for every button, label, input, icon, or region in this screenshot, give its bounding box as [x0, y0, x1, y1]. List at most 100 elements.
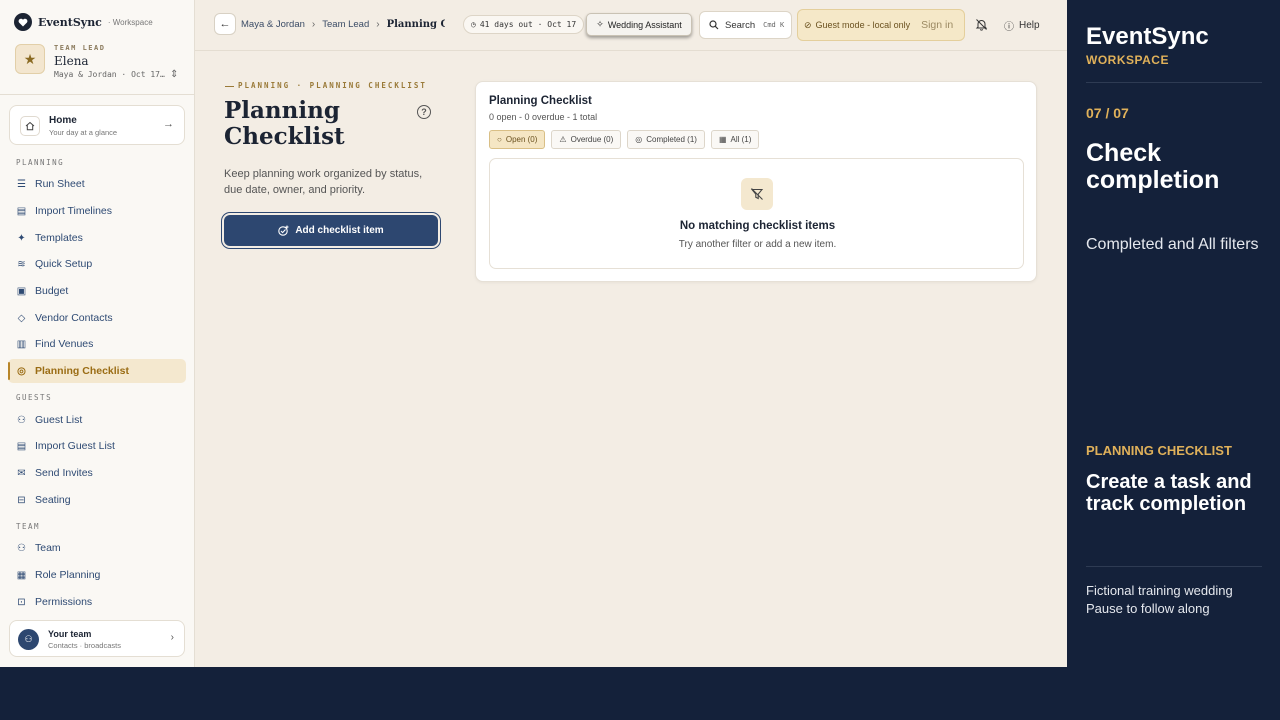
sidebar-item-label: Planning Checklist: [35, 365, 129, 377]
tour-description: Completed and All filters: [1086, 236, 1259, 253]
help-button[interactable]: ⓘ Help: [1004, 18, 1040, 33]
check-circle-icon: ◎: [17, 365, 26, 377]
star-icon: ★: [15, 44, 45, 74]
sidebar-item-role-planning[interactable]: ▦ Role Planning: [8, 563, 186, 587]
breadcrumb-current: Planning Checklist: [386, 19, 445, 30]
question-icon[interactable]: ?: [417, 105, 431, 119]
sidebar-item-label: Vendor Contacts: [35, 312, 113, 324]
sidebar-item-guest-list[interactable]: ⚇ Guest List: [8, 408, 186, 432]
team-avatar-icon: ⚇: [18, 629, 39, 650]
your-team-card[interactable]: ⚇ Your team Contacts · broadcasts ›: [9, 620, 185, 657]
filter-all[interactable]: ▦ All (1): [710, 130, 760, 149]
breadcrumb-role[interactable]: Team Lead: [322, 19, 369, 30]
section-guests: GUESTS: [16, 393, 53, 402]
breadcrumb: Maya & Jordan › Team Lead › Planning Che…: [241, 19, 445, 30]
search-label: Search: [725, 19, 756, 31]
filter-completed[interactable]: ◎ Completed (1): [627, 130, 705, 149]
add-checklist-item-button[interactable]: Add checklist item: [224, 215, 438, 246]
sliders-icon: ≋: [17, 258, 26, 270]
empty-state: No matching checklist items Try another …: [489, 158, 1024, 269]
sidebar-item-team[interactable]: ⚇ Team: [8, 536, 186, 560]
checklist-panel: Planning Checklist 0 open - 0 overdue - …: [475, 81, 1037, 282]
circle-icon: ○: [497, 135, 502, 144]
sparkle-icon: ✦: [17, 232, 26, 244]
sidebar-item-label: Run Sheet: [35, 178, 85, 190]
tour-action: Create a task and track completion: [1086, 471, 1252, 515]
countdown-badge: ◷ 41 days out · Oct 17: [463, 15, 585, 34]
mail-icon: ✉: [17, 467, 26, 479]
chevron-updown-icon[interactable]: ⇕: [170, 69, 178, 80]
check-plus-icon: [278, 225, 289, 236]
tour-heading: Check completion: [1086, 139, 1220, 194]
guest-mode-text: Guest mode - local only: [815, 20, 911, 30]
brand-sub: · Workspace: [107, 17, 153, 27]
chevron-right-icon: ›: [170, 632, 174, 643]
brand[interactable]: EventSync · Workspace: [14, 13, 153, 31]
users-icon: ⚇: [17, 414, 26, 426]
sparkle-icon: ✧: [596, 19, 604, 29]
house-icon: [20, 116, 40, 136]
assistant-label: Wedding Assistant: [607, 19, 682, 30]
warning-icon: ⚠: [559, 135, 567, 144]
check-circle-icon: ◎: [635, 135, 643, 144]
file-icon: ▤: [16, 440, 27, 452]
sidebar-item-import-guest-list[interactable]: ▤ Import Guest List: [8, 434, 186, 458]
search-button[interactable]: Search Cmd K: [699, 11, 792, 39]
filter-label: Completed (1): [646, 135, 697, 144]
filter-label: All (1): [730, 135, 752, 144]
sidebar-item-send-invites[interactable]: ✉ Send Invites: [8, 461, 186, 485]
sidebar-item-find-venues[interactable]: ▥ Find Venues: [8, 332, 186, 356]
table-icon: ▦: [718, 135, 727, 144]
filter-overdue[interactable]: ⚠ Overdue (0): [551, 130, 622, 149]
list-icon: ☰: [17, 178, 26, 190]
home-title: Home: [49, 115, 77, 126]
sidebar-item-seating[interactable]: ⊟ Seating: [8, 488, 186, 512]
filter-label: Open (0): [505, 135, 538, 144]
sidebar-item-label: Import Guest List: [35, 440, 115, 452]
section-planning: PLANNING: [16, 158, 65, 167]
sidebar-item-quick-setup[interactable]: ≋ Quick Setup: [8, 252, 186, 276]
sidebar-item-budget[interactable]: ▣ Budget: [8, 279, 186, 303]
sign-in-link[interactable]: Sign in: [921, 19, 953, 31]
sidebar-item-templates[interactable]: ✦ Templates: [8, 226, 186, 250]
back-button[interactable]: ←: [214, 13, 236, 35]
help-label: Help: [1019, 20, 1040, 31]
wedding-assistant-button[interactable]: ✧ Wedding Assistant: [586, 13, 692, 36]
sidebar-item-planning-checklist[interactable]: ◎ Planning Checklist: [8, 359, 186, 383]
section-team: TEAM: [16, 522, 41, 531]
filter-open[interactable]: ○ Open (0): [489, 130, 546, 149]
empty-subtitle: Try another filter or add a new item.: [678, 239, 837, 250]
tour-step: 07 / 07: [1086, 105, 1129, 121]
tour-divider: [1086, 566, 1262, 567]
wallet-icon: ▣: [16, 285, 27, 297]
panel-title: Planning Checklist: [489, 95, 592, 107]
sidebar-item-permissions[interactable]: ⊡ Permissions: [8, 590, 186, 614]
clock-icon: ◷: [471, 20, 476, 29]
help-icon: ⓘ: [1004, 22, 1014, 33]
team-card-title: Your team: [48, 629, 92, 639]
sidebar-item-label: Find Venues: [35, 338, 94, 350]
file-icon: ▤: [16, 205, 27, 217]
chevron-right-icon: ›: [376, 19, 380, 30]
lead-role: TEAM LEAD: [54, 44, 106, 52]
sidebar-item-label: Role Planning: [35, 569, 101, 581]
home-card[interactable]: Home Your day at a glance →: [9, 105, 185, 145]
empty-title: No matching checklist items: [679, 220, 836, 232]
sidebar-item-run-sheet[interactable]: ☰ Run Sheet: [8, 172, 186, 196]
building-icon: ▥: [16, 338, 27, 350]
countdown-text: 41 days out · Oct 17: [479, 20, 577, 29]
sidebar-item-vendor-contacts[interactable]: ◇ Vendor Contacts: [8, 306, 186, 330]
sidebar-item-import-timelines[interactable]: ▤ Import Timelines: [8, 199, 186, 223]
sidebar-item-label: Guest List: [35, 414, 83, 426]
handshake-icon: ◇: [17, 312, 26, 324]
tour-workspace: WORKSPACE: [1086, 53, 1169, 67]
filter-off-icon: [741, 178, 773, 210]
team-lead-switcher[interactable]: ★ TEAM LEAD Elena Maya & Jordan · Oct 17…: [15, 44, 185, 82]
page-description: Keep planning work organized by status, …: [224, 168, 423, 196]
breadcrumb-event[interactable]: Maya & Jordan: [241, 19, 305, 30]
sidebar-item-label: Permissions: [35, 596, 93, 608]
tour-section: PLANNING CHECKLIST: [1086, 443, 1232, 458]
bell-off-icon[interactable]: [975, 18, 988, 34]
home-subtitle: Your day at a glance: [49, 128, 118, 137]
sidebar-item-label: Quick Setup: [35, 258, 93, 270]
